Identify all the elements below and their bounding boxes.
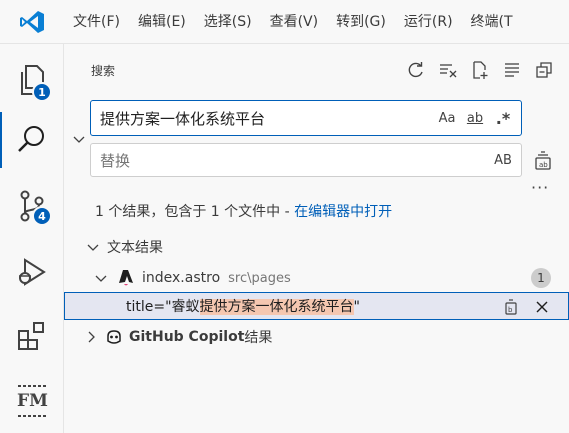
match-prefix: title="睿蚁 xyxy=(126,299,200,315)
menu-run[interactable]: 运行(R) xyxy=(395,0,462,44)
copilot-results-row[interactable]: GitHub Copilot 结果 xyxy=(65,324,569,350)
chevron-down-icon xyxy=(85,239,101,255)
chevron-down-icon xyxy=(93,270,109,286)
text-results-label: 文本结果 xyxy=(107,240,163,256)
match-case-button[interactable]: Aa xyxy=(433,105,461,131)
copilot-label: GitHub Copilot xyxy=(129,329,245,345)
menu-bar: 文件(F) 编辑(E) 选择(S) 查看(V) 转到(G) 运行(R) 终端(T xyxy=(64,0,522,44)
menu-selection[interactable]: 选择(S) xyxy=(195,0,261,44)
search-input[interactable]: 提供方案一体化系统平台 Aa ab .* xyxy=(90,100,522,136)
match-whole-word-button[interactable]: ab xyxy=(461,105,489,131)
new-search-editor-icon[interactable] xyxy=(469,59,491,81)
menu-view[interactable]: 查看(V) xyxy=(261,0,328,44)
toggle-replace-chevron-icon[interactable] xyxy=(71,131,87,147)
match-suffix: " xyxy=(353,299,360,315)
file-result-row[interactable]: index.astro src\pages 1 xyxy=(65,265,569,291)
menu-file[interactable]: 文件(F) xyxy=(64,0,129,44)
chevron-right-icon xyxy=(83,329,99,345)
menu-edit[interactable]: 编辑(E) xyxy=(129,0,195,44)
replace-input-placeholder: 替换 xyxy=(100,151,131,170)
source-control-button[interactable]: 4 xyxy=(0,174,64,238)
text-results-header[interactable]: 文本结果 xyxy=(65,234,569,260)
sidebar-actions xyxy=(405,59,555,81)
match-result-row[interactable]: title="睿蚁提供方案一体化系统平台" b xyxy=(64,292,569,320)
collapse-all-icon[interactable] xyxy=(533,59,555,81)
match-count-badge: 1 xyxy=(531,268,551,288)
sidebar-title: 搜索 xyxy=(91,64,116,78)
use-regex-button[interactable]: .* xyxy=(489,105,517,131)
svg-text:ab: ab xyxy=(539,161,548,169)
dismiss-icon[interactable] xyxy=(532,297,552,317)
run-debug-button[interactable] xyxy=(0,240,64,304)
activity-bar: 1 4 FM xyxy=(0,44,64,433)
view-as-tree-icon[interactable] xyxy=(501,59,523,81)
run-debug-icon xyxy=(19,258,46,286)
extensions-button[interactable] xyxy=(0,304,64,368)
extensions-icon xyxy=(18,322,44,350)
fm-extension-button[interactable]: FM xyxy=(0,369,64,433)
results-summary: 1 个结果，包含于 1 个文件中 - 在编辑器中打开 xyxy=(95,201,392,221)
match-highlight: 提供方案一体化系统平台 xyxy=(199,299,354,315)
file-path: src\pages xyxy=(228,270,291,286)
menu-terminal[interactable]: 终端(T xyxy=(462,0,522,44)
scm-badge: 4 xyxy=(32,206,52,226)
more-options-icon[interactable]: ··· xyxy=(531,178,549,197)
search-icon xyxy=(18,126,44,152)
search-sidebar: 搜索 提供方案一体化系统平台 Aa ab .* 替换 AB ab ··· 1 个… xyxy=(64,44,569,433)
vscode-logo-icon xyxy=(0,0,64,44)
open-in-editor-link[interactable]: 在编辑器中打开 xyxy=(294,204,392,220)
explorer-button[interactable]: 1 xyxy=(0,48,64,112)
svg-text:b: b xyxy=(508,306,513,314)
copilot-suffix: 结果 xyxy=(244,330,273,346)
replace-all-icon[interactable]: ab xyxy=(531,148,555,172)
refresh-icon[interactable] xyxy=(405,59,427,81)
fm-label: FM xyxy=(17,391,48,411)
title-bar: 文件(F) 编辑(E) 选择(S) 查看(V) 转到(G) 运行(R) 终端(T xyxy=(0,0,569,44)
replace-icon[interactable]: b xyxy=(501,297,521,317)
menu-go[interactable]: 转到(G) xyxy=(327,0,395,44)
search-input-value: 提供方案一体化系统平台 xyxy=(100,109,266,128)
replace-input[interactable]: 替换 AB xyxy=(90,143,522,177)
file-name: index.astro xyxy=(142,270,221,286)
search-activity-button[interactable] xyxy=(0,108,64,172)
explorer-badge: 1 xyxy=(32,82,52,102)
match-text: title="睿蚁提供方案一体化系统平台" xyxy=(126,296,360,316)
clear-results-icon[interactable] xyxy=(437,59,459,81)
astro-file-icon xyxy=(117,268,135,288)
preserve-case-button[interactable]: AB xyxy=(489,147,517,173)
results-summary-text: 1 个结果，包含于 1 个文件中 - xyxy=(95,204,295,220)
copilot-icon xyxy=(105,329,123,345)
